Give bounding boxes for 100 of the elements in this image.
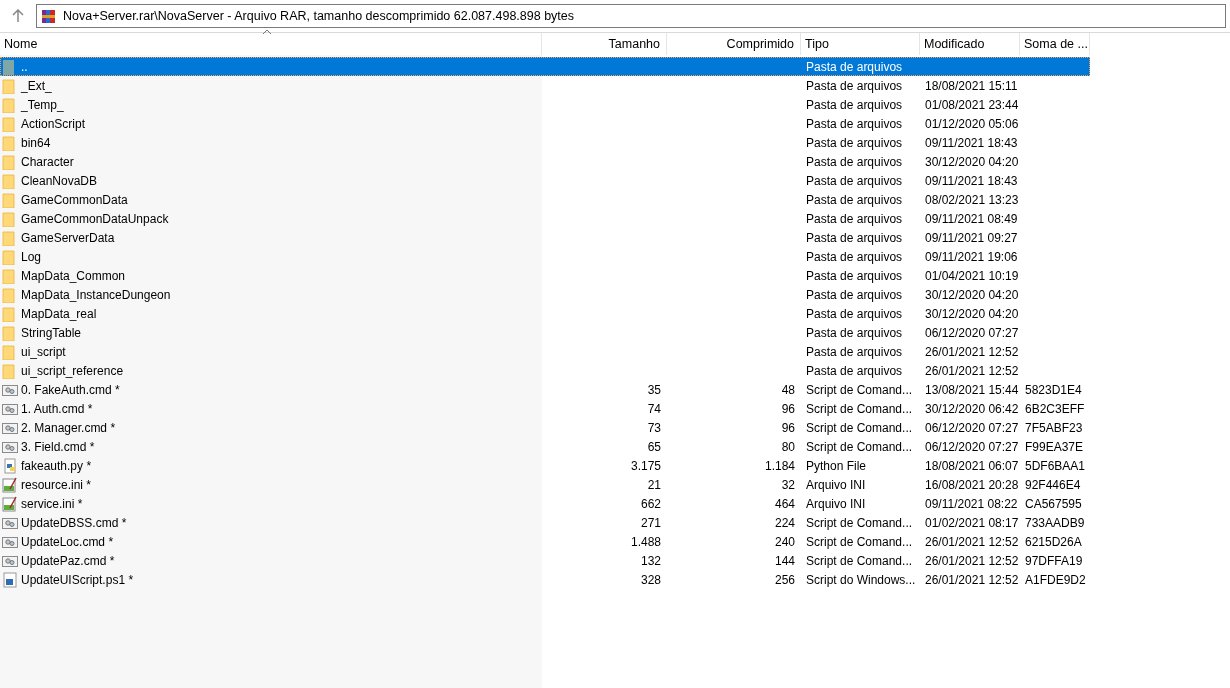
- table-cell: 09/11/2021 18:43: [925, 173, 1018, 188]
- up-arrow-icon: [12, 9, 24, 23]
- file-row[interactable]: resource.ini * 21 32 Arquivo INI 16/08/2021 20:28 92F446E4: [0, 475, 1090, 494]
- table-cell: 26/01/2021 12:52: [925, 572, 1019, 587]
- file-row[interactable]: service.ini * 662 464 Arquivo INI 09/11/2021 08:22 CA567595: [0, 494, 1090, 513]
- file-name: GameServerData: [21, 230, 115, 245]
- table-cell: 16/08/2021 20:28: [925, 477, 1019, 492]
- table-cell: A1FDE9D2: [1025, 572, 1086, 587]
- table-cell: Script de Comand...: [806, 420, 913, 435]
- file-name: StringTable: [21, 325, 82, 340]
- table-cell: 30/12/2020 04:20: [925, 154, 1019, 169]
- table-cell: CA567595: [1025, 496, 1082, 511]
- column-header[interactable]: Soma de ...: [1020, 33, 1090, 55]
- column-header[interactable]: Modificado: [920, 33, 1020, 55]
- table-cell: 26/01/2021 12:52: [925, 363, 1019, 378]
- file-row[interactable]: UpdateLoc.cmd * 1.488 240 Script de Comand... 26/01/2021 12:52 6215D26A: [0, 532, 1090, 551]
- sort-caret-icon: [262, 29, 272, 35]
- table-cell: 18/08/2021 15:11: [925, 78, 1018, 93]
- file-row[interactable]: 1. Auth.cmd * 74 96 Script de Comand... 30/12/2020 06:42 6B2C3EFF: [0, 399, 1090, 418]
- table-cell: 7F5ABF23: [1025, 420, 1083, 435]
- table-cell: 464: [774, 496, 795, 511]
- file-name: GameCommonData: [21, 192, 128, 207]
- folder-icon: [2, 77, 18, 94]
- file-row[interactable]: .. Pasta de arquivos: [0, 57, 1090, 76]
- table-cell: 06/12/2020 07:27: [925, 325, 1019, 340]
- file-row[interactable]: GameCommonData Pasta de arquivos 08/02/2021 13:23: [0, 190, 1090, 209]
- file-name: UpdateUIScript.ps1 *: [21, 572, 134, 587]
- table-cell: Script do Windows...: [806, 572, 916, 587]
- table-cell: 733AADB9: [1025, 515, 1085, 530]
- file-row[interactable]: Log Pasta de arquivos 09/11/2021 19:06: [0, 247, 1090, 266]
- table-cell: 32: [781, 477, 795, 492]
- table-cell: Pasta de arquivos: [806, 230, 903, 245]
- column-header[interactable]: Nome: [0, 33, 542, 55]
- table-cell: Pasta de arquivos: [806, 116, 903, 131]
- file-row[interactable]: ActionScript Pasta de arquivos 01/12/2020 05:06: [0, 114, 1090, 133]
- file-name: _Ext_: [21, 78, 52, 93]
- file-row[interactable]: fakeauth.py * 3.175 1.184 Python File 18/08/2021 06:07 5DF6BAA1: [0, 456, 1090, 475]
- table-cell: Pasta de arquivos: [806, 59, 903, 74]
- archive-icon: [41, 8, 57, 24]
- file-row[interactable]: 3. Field.cmd * 65 80 Script de Comand... 06/12/2020 07:27 F99EA37E: [0, 437, 1090, 456]
- script-file-icon: [2, 571, 18, 588]
- column-header[interactable]: Comprimido: [667, 33, 801, 55]
- folder-icon: [2, 96, 18, 113]
- file-row[interactable]: MapData_Common Pasta de arquivos 01/04/2021 10:19: [0, 266, 1090, 285]
- column-header[interactable]: Tamanho: [542, 33, 667, 55]
- file-row[interactable]: UpdatePaz.cmd * 132 144 Script de Comand... 26/01/2021 12:52 97DFFA19: [0, 551, 1090, 570]
- file-row[interactable]: StringTable Pasta de arquivos 06/12/2020 07:27: [0, 323, 1090, 342]
- table-cell: 30/12/2020 06:42: [925, 401, 1019, 416]
- table-cell: Script de Comand...: [806, 553, 913, 568]
- table-cell: 97DFFA19: [1025, 553, 1083, 568]
- file-name: _Temp_: [21, 97, 64, 112]
- file-row[interactable]: 0. FakeAuth.cmd * 35 48 Script de Comand... 13/08/2021 15:44 5823D1E4: [0, 380, 1090, 399]
- file-row[interactable]: bin64 Pasta de arquivos 09/11/2021 18:43: [0, 133, 1090, 152]
- table-cell: 48: [781, 382, 795, 397]
- table-cell: 18/08/2021 06:07: [925, 458, 1019, 473]
- table-cell: 08/02/2021 13:23: [925, 192, 1019, 207]
- table-cell: 01/04/2021 10:19: [925, 268, 1019, 283]
- table-cell: 21: [647, 477, 661, 492]
- table-cell: 13/08/2021 15:44: [925, 382, 1019, 397]
- table-cell: 26/01/2021 12:52: [925, 534, 1019, 549]
- file-row[interactable]: GameServerData Pasta de arquivos 09/11/2021 09:27: [0, 228, 1090, 247]
- folder-icon: [2, 153, 18, 170]
- table-cell: 30/12/2020 04:20: [925, 306, 1019, 321]
- table-cell: Pasta de arquivos: [806, 211, 903, 226]
- file-name: ActionScript: [21, 116, 86, 131]
- file-row[interactable]: Character Pasta de arquivos 30/12/2020 04:20: [0, 152, 1090, 171]
- table-cell: 1.488: [630, 534, 661, 549]
- file-name: GameCommonDataUnpack: [21, 211, 169, 226]
- file-row[interactable]: GameCommonDataUnpack Pasta de arquivos 09/11/2021 08:49: [0, 209, 1090, 228]
- table-cell: 06/12/2020 07:27: [925, 420, 1019, 435]
- file-row[interactable]: MapData_real Pasta de arquivos 30/12/2020 04:20: [0, 304, 1090, 323]
- table-cell: 224: [774, 515, 795, 530]
- column-header[interactable]: Tipo: [801, 33, 920, 55]
- table-cell: 26/01/2021 12:52: [925, 553, 1019, 568]
- file-row[interactable]: UpdateUIScript.ps1 * 328 256 Script do Windows... 26/01/2021 12:52 A1FDE9D2: [0, 570, 1090, 589]
- file-row[interactable]: ui_script Pasta de arquivos 26/01/2021 12:52: [0, 342, 1090, 361]
- table-cell: 96: [781, 401, 795, 416]
- table-cell: 3.175: [630, 458, 661, 473]
- table-cell: Python File: [806, 458, 867, 473]
- table-cell: 240: [774, 534, 795, 549]
- table-cell: 271: [640, 515, 661, 530]
- file-row[interactable]: 2. Manager.cmd * 73 96 Script de Comand... 06/12/2020 07:27 7F5ABF23: [0, 418, 1090, 437]
- table-cell: Pasta de arquivos: [806, 78, 903, 93]
- file-row[interactable]: CleanNovaDB Pasta de arquivos 09/11/2021 18:43: [0, 171, 1090, 190]
- table-cell: 09/11/2021 18:43: [925, 135, 1018, 150]
- table-cell: Script de Comand...: [806, 515, 913, 530]
- file-name: MapData_real: [21, 306, 97, 321]
- file-name: 3. Field.cmd *: [21, 439, 95, 454]
- file-name: UpdateLoc.cmd *: [21, 534, 114, 549]
- file-row[interactable]: ui_script_reference Pasta de arquivos 26/01/2021 12:52: [0, 361, 1090, 380]
- address-field[interactable]: Nova+Server.rar\NovaServer - Arquivo RAR, tamanho descomprimido 62.087.498.898 bytes: [36, 4, 1226, 28]
- file-row[interactable]: UpdateDBSS.cmd * 271 224 Script de Comand... 01/02/2021 08:17 733AADB9: [0, 513, 1090, 532]
- file-row[interactable]: _Ext_ Pasta de arquivos 18/08/2021 15:11: [0, 76, 1090, 95]
- file-name: ui_script: [21, 344, 66, 359]
- table-cell: 09/11/2021 08:22: [925, 496, 1018, 511]
- file-name: 1. Auth.cmd *: [21, 401, 93, 416]
- file-row[interactable]: _Temp_ Pasta de arquivos 01/08/2021 23:44: [0, 95, 1090, 114]
- table-cell: Script de Comand...: [806, 401, 913, 416]
- table-cell: Pasta de arquivos: [806, 192, 903, 207]
- file-row[interactable]: MapData_InstanceDungeon Pasta de arquivos 30/12/2020 04:20: [0, 285, 1090, 304]
